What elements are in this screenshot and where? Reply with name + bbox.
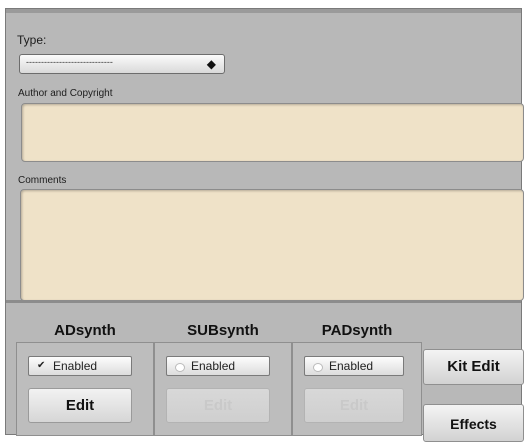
padsynth-column: PADsynth Enabled Edit <box>292 305 422 436</box>
indicator-light-icon <box>313 363 323 372</box>
kit-edit-button[interactable]: Kit Edit <box>423 349 524 385</box>
indicator-light-icon <box>175 363 185 372</box>
adsynth-column: ADsynth ✔ Enabled Edit <box>16 305 154 436</box>
adsynth-box: ✔ Enabled Edit <box>16 342 154 436</box>
subsynth-box: Enabled Edit <box>154 342 292 436</box>
type-label: Type: <box>17 33 47 47</box>
adsynth-edit-button[interactable]: Edit <box>28 388 132 423</box>
adsynth-enabled-label: Enabled <box>53 359 98 373</box>
effects-button[interactable]: Effects <box>423 404 524 442</box>
padsynth-enabled-label: Enabled <box>329 359 374 373</box>
instrument-info-panel: Type: ----------------------------- ◆ Au… <box>5 8 524 442</box>
checkmark-icon: ✔ <box>37 360 46 371</box>
padsynth-enabled-toggle[interactable]: Enabled <box>304 356 404 376</box>
padsynth-edit-button[interactable]: Edit <box>304 388 404 423</box>
comments-label: Comments <box>18 175 67 186</box>
engine-panel: ADsynth ✔ Enabled Edit SUBsynth Enabled … <box>16 305 428 436</box>
type-select[interactable]: ----------------------------- ◆ <box>19 54 225 74</box>
padsynth-box: Enabled Edit <box>292 342 422 436</box>
section-divider <box>6 300 521 303</box>
author-label: Author and Copyright <box>18 88 113 99</box>
comments-field[interactable] <box>20 189 524 301</box>
subsynth-enabled-toggle[interactable]: Enabled <box>166 356 270 376</box>
subsynth-column: SUBsynth Enabled Edit <box>154 305 292 436</box>
adsynth-title: ADsynth <box>54 322 116 339</box>
top-border <box>6 9 521 13</box>
author-copyright-field[interactable] <box>21 103 524 162</box>
select-arrows-icon: ◆ <box>206 57 216 71</box>
subsynth-edit-button[interactable]: Edit <box>166 388 270 423</box>
subsynth-title: SUBsynth <box>187 322 259 339</box>
subsynth-enabled-label: Enabled <box>191 359 236 373</box>
adsynth-enabled-toggle[interactable]: ✔ Enabled <box>28 356 132 376</box>
padsynth-title: PADsynth <box>321 322 393 339</box>
type-select-value: ----------------------------- <box>26 57 113 67</box>
